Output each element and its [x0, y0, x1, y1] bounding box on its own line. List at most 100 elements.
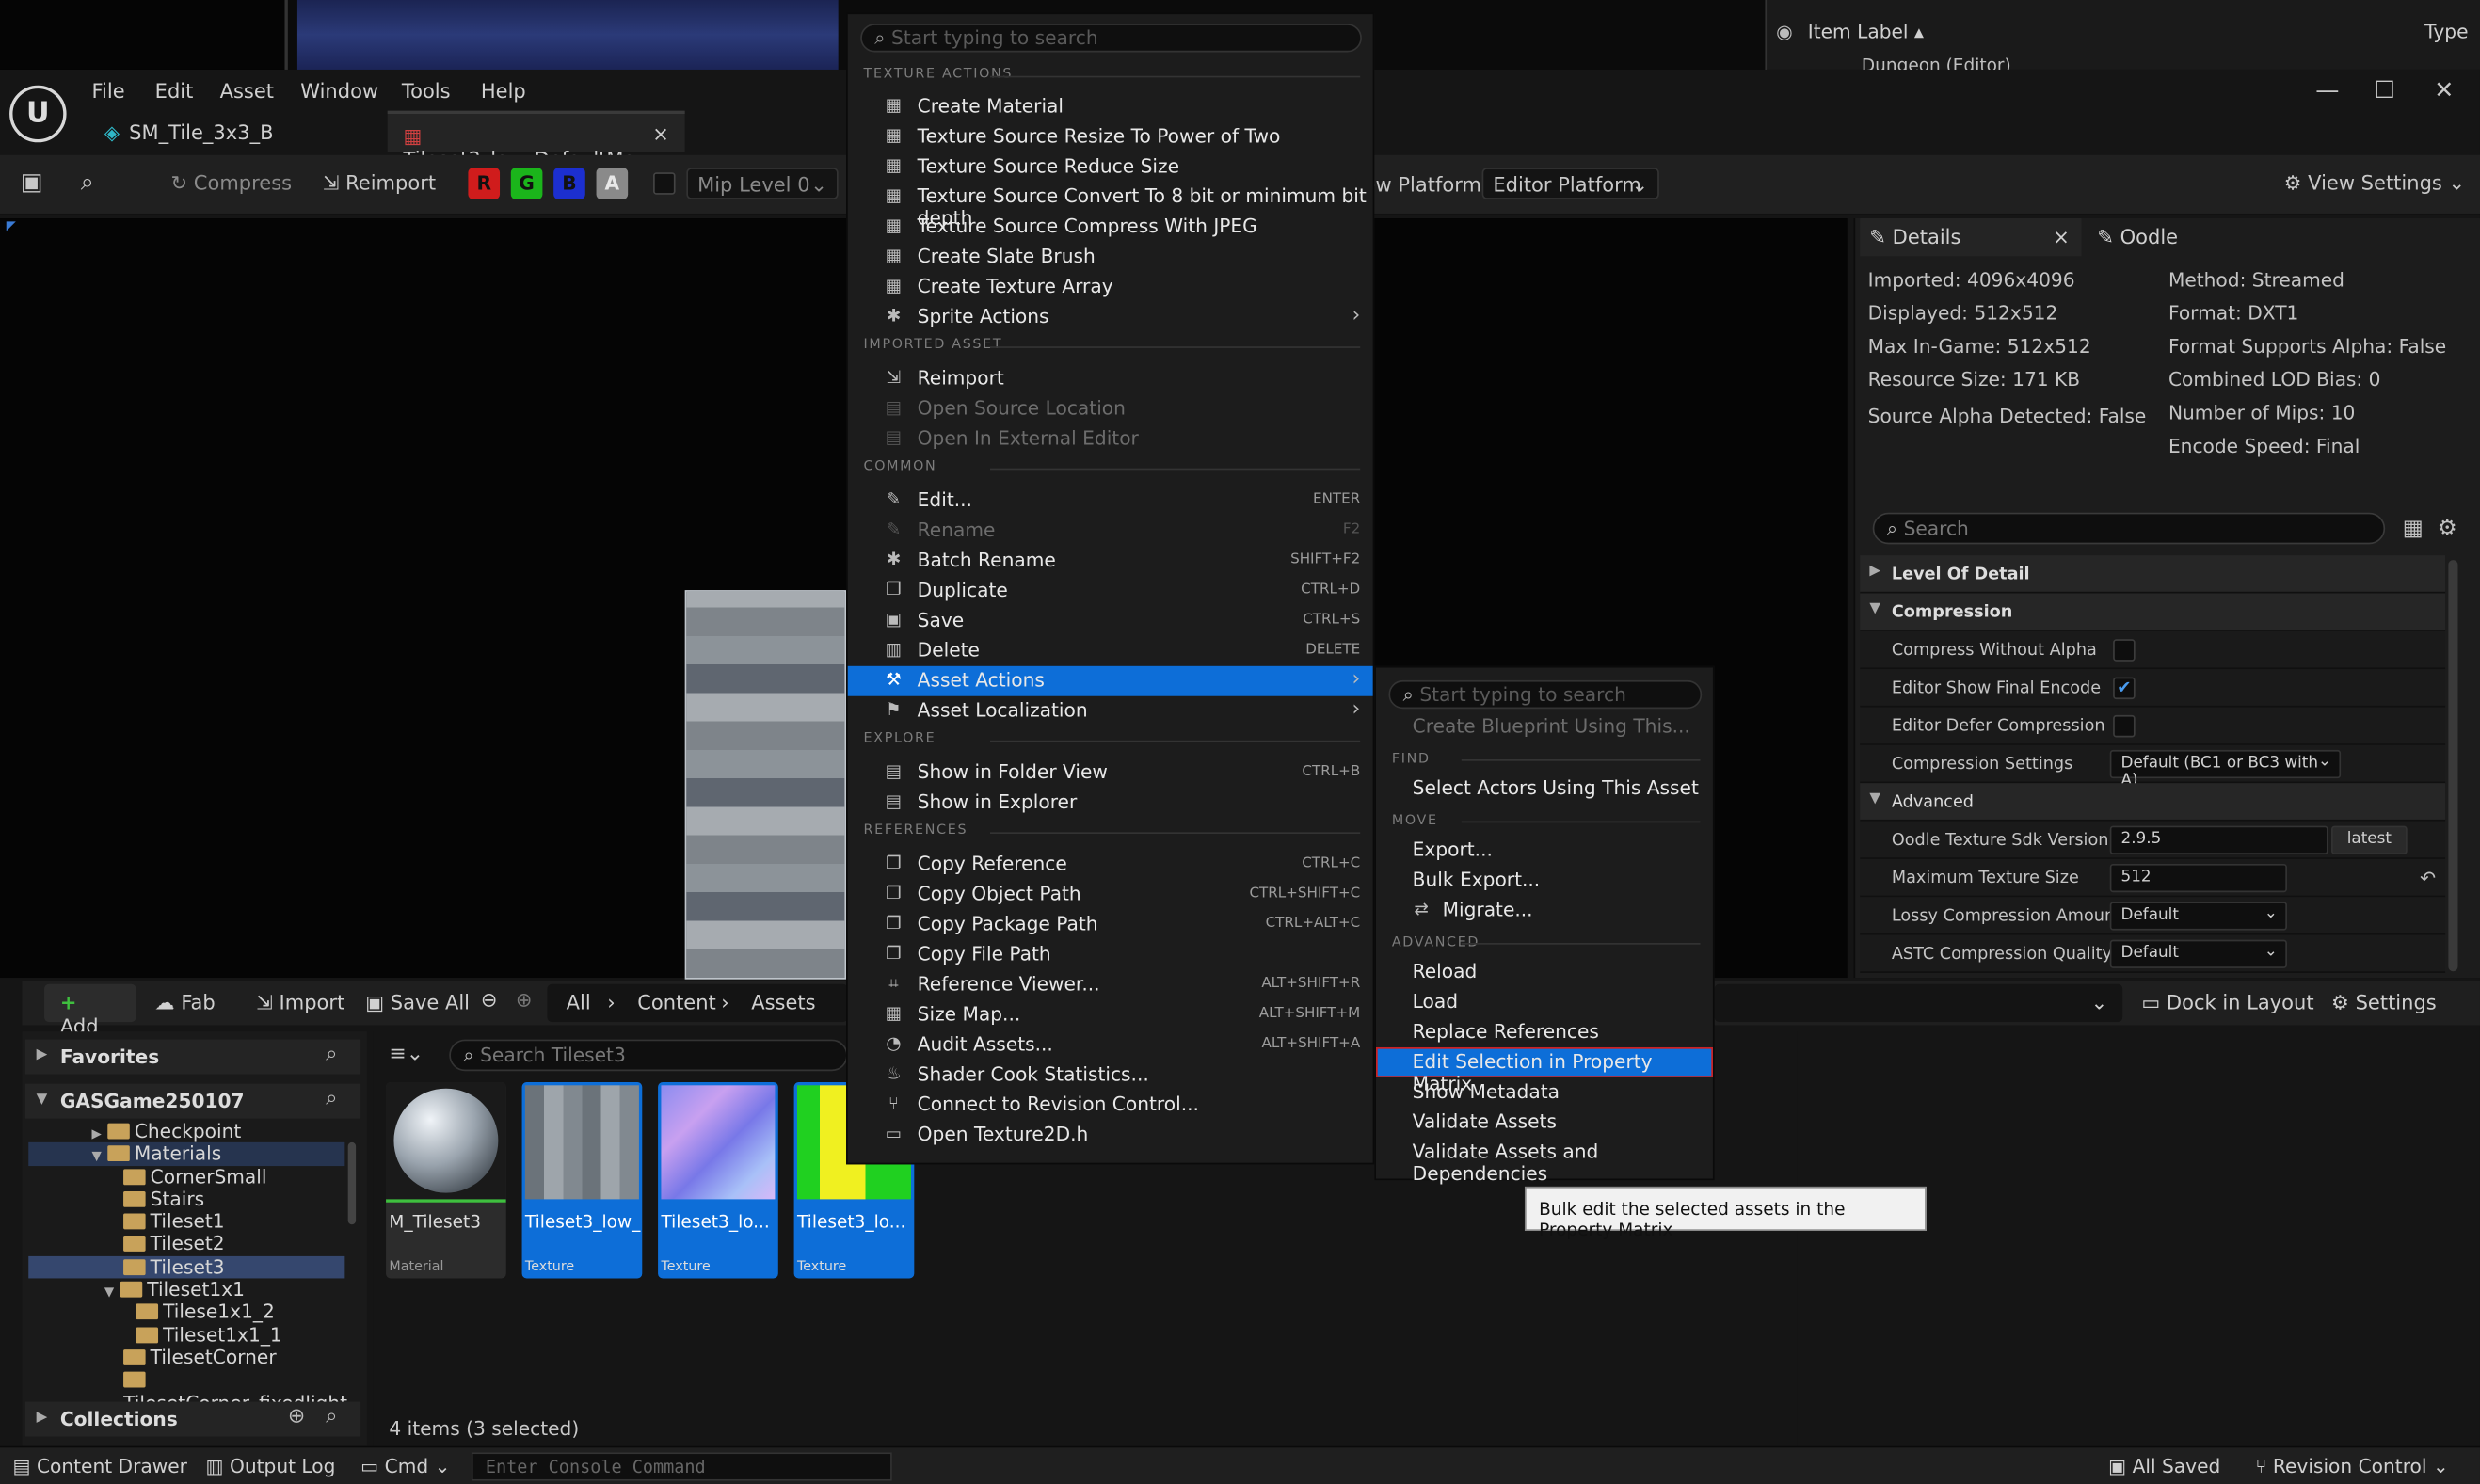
- menu-item-shader-cook-statistics[interactable]: ♨ Shader Cook Statistics...: [848, 1060, 1373, 1090]
- category-advanced[interactable]: ▼ Advanced: [1860, 783, 2446, 822]
- menu-item-open-texture2d-h[interactable]: ▭ Open Texture2D.h: [848, 1120, 1373, 1150]
- menu-item-texture-source-convert-to-8-bit-or-minimum-bit-depth[interactable]: ▦ Texture Source Convert To 8 bit or mini…: [848, 182, 1373, 230]
- forward-icon[interactable]: ⊕: [516, 990, 533, 1010]
- search-icon[interactable]: ⌕: [326, 1045, 337, 1065]
- category-compression[interactable]: ▼ Compression: [1860, 593, 2446, 631]
- save-all-button[interactable]: ▣ Save All: [365, 990, 470, 1013]
- menu-item-asset-localization[interactable]: ⚑ Asset Localization ›: [848, 696, 1373, 726]
- menu-item-edit[interactable]: ✎ Edit... ENTER: [848, 486, 1373, 516]
- breadcrumb-all[interactable]: All: [567, 990, 591, 1013]
- oodle-sdk-version-input[interactable]: 2.9.5: [2109, 825, 2328, 854]
- tree-item[interactable]: ▼ Materials: [28, 1142, 345, 1166]
- tree-item[interactable]: ▼ Tileset1x1: [28, 1279, 344, 1301]
- chevron-down-icon[interactable]: ⌄: [2091, 990, 2108, 1013]
- menu-item-reimport[interactable]: ⇲ Reimport: [848, 364, 1373, 394]
- view-settings-button[interactable]: ⚙ View Settings ⌄: [2284, 171, 2466, 195]
- menu-item-batch-rename[interactable]: ✱ Batch Rename SHIFT+F2: [848, 546, 1373, 576]
- outliner-type-header[interactable]: Type: [2424, 21, 2468, 43]
- tree-item[interactable]: TilesetCorner: [28, 1347, 344, 1369]
- content-drawer-button[interactable]: ▤ Content Drawer: [12, 1456, 186, 1478]
- browse-asset-icon[interactable]: ⌕: [81, 170, 94, 195]
- channel-button-a[interactable]: A: [596, 168, 629, 199]
- table-view-icon[interactable]: ▦: [2403, 518, 2424, 540]
- search-icon[interactable]: ⌕: [326, 1407, 337, 1428]
- compress-without-alpha-checkbox[interactable]: [2113, 639, 2136, 662]
- gear-icon[interactable]: ⚙: [2438, 518, 2457, 540]
- tree-item[interactable]: Stairs: [28, 1188, 344, 1210]
- breadcrumb-content[interactable]: Content: [637, 990, 716, 1013]
- tree-item[interactable]: Tilese1x1_2: [28, 1301, 344, 1324]
- tree-item[interactable]: Tileset1x1_1: [28, 1324, 344, 1347]
- menu-item-duplicate[interactable]: ❐ Duplicate CTRL+D: [848, 576, 1373, 606]
- asset-tile[interactable]: M_Tileset3 Material: [386, 1081, 506, 1279]
- compression-settings-dropdown[interactable]: Default (BC1 or BC3 with A) ⌄: [2109, 749, 2342, 790]
- back-icon[interactable]: ⊖: [481, 990, 498, 1010]
- add-button[interactable]: + Add: [44, 983, 136, 1038]
- category-level-of-detail[interactable]: ▶ Level Of Detail: [1860, 555, 2446, 594]
- tree-item[interactable]: CornerSmall: [28, 1165, 344, 1188]
- menu-item-show-in-folder-view[interactable]: ▤ Show in Folder View CTRL+B: [848, 758, 1373, 788]
- astc-quality-dropdown[interactable]: Default ⌄: [2109, 939, 2287, 968]
- submenu-item-select-actors-using-this-asset[interactable]: Select Actors Using This Asset: [1376, 774, 1713, 804]
- menu-edit[interactable]: Edit: [155, 79, 194, 103]
- menu-item-asset-actions[interactable]: ⚒ Asset Actions ›: [847, 665, 1373, 696]
- menu-item-rename[interactable]: ✎ Rename F2: [848, 516, 1373, 546]
- menu-item-save[interactable]: ▣ Save CTRL+S: [848, 606, 1373, 636]
- menu-item-create-slate-brush[interactable]: ▦ Create Slate Brush: [848, 242, 1373, 272]
- max-texture-size-input[interactable]: 512: [2109, 863, 2287, 893]
- details-tab-close[interactable]: ×: [2053, 225, 2070, 248]
- asset-tile-selected[interactable]: Tileset3_lo... Texture: [658, 1081, 778, 1279]
- close-button[interactable]: ✕: [2434, 76, 2454, 104]
- asset-tile-selected[interactable]: Tileset3_low_ Texture: [521, 1081, 643, 1279]
- alpha-checkbox[interactable]: [653, 172, 676, 195]
- project-header[interactable]: ▼ GASGame250107 ⌕: [24, 1083, 361, 1119]
- menu-item-create-texture-array[interactable]: ▦ Create Texture Array: [848, 272, 1373, 302]
- console-input[interactable]: Enter Console Command: [471, 1452, 892, 1481]
- tab-close-button[interactable]: ×: [652, 121, 669, 145]
- tree-item[interactable]: Tileset1: [28, 1210, 344, 1233]
- tree-item[interactable]: Tileset2: [28, 1234, 344, 1256]
- menu-item-sprite-actions[interactable]: ✱ Sprite Actions ›: [848, 302, 1373, 332]
- import-button[interactable]: ⇲ Import: [256, 990, 344, 1013]
- menu-item-reference-viewer[interactable]: ⌗ Reference Viewer... ALT+SHIFT+R: [848, 970, 1373, 1000]
- submenu-item-create-blueprint[interactable]: Create Blueprint Using This...: [1376, 712, 1713, 742]
- tab-details[interactable]: ✎ Details ×: [1860, 218, 2082, 257]
- menu-item-copy-reference[interactable]: ❐ Copy Reference CTRL+C: [848, 850, 1373, 880]
- tree-item-selected[interactable]: Tileset3: [28, 1255, 345, 1279]
- menu-item-size-map[interactable]: ▦ Size Map... ALT+SHIFT+M: [848, 1000, 1373, 1030]
- menu-item-texture-source-compress-with-jpeg[interactable]: ▦ Texture Source Compress With JPEG: [848, 212, 1373, 242]
- unreal-logo[interactable]: U: [9, 85, 67, 143]
- menu-item-connect-to-revision-control[interactable]: ⑂ Connect to Revision Control...: [848, 1090, 1373, 1120]
- reset-to-default-icon[interactable]: ↶: [2420, 869, 2436, 887]
- output-log-button[interactable]: ▥ Output Log: [205, 1456, 335, 1478]
- channel-button-r[interactable]: R: [468, 168, 501, 199]
- channel-button-b[interactable]: B: [553, 168, 585, 199]
- tab-texture[interactable]: ▦Tileset3_low_DefaultMa... ×: [387, 110, 685, 171]
- submenu-item-show-metadata[interactable]: Show Metadata: [1376, 1077, 1713, 1108]
- menu-tools[interactable]: Tools: [402, 79, 451, 103]
- menu-item-delete[interactable]: ▥ Delete DELETE: [848, 636, 1373, 666]
- tree-scrollbar[interactable]: [347, 1141, 357, 1225]
- save-icon[interactable]: ▣: [21, 170, 43, 195]
- mip-level-dropdown[interactable]: Mip Level 0 ⌄: [686, 168, 839, 199]
- defer-compression-checkbox[interactable]: [2113, 714, 2136, 738]
- fab-button[interactable]: ☁ Fab: [155, 990, 216, 1013]
- dock-in-layout-button[interactable]: ▭ Dock in Layout: [2141, 990, 2313, 1013]
- add-collection-icon[interactable]: ⊕: [288, 1407, 305, 1428]
- submenu-item-reload[interactable]: Reload: [1376, 957, 1713, 987]
- menu-item-audit-assets[interactable]: ◔ Audit Assets... ALT+SHIFT+A: [848, 1029, 1373, 1060]
- submenu-item-migrate[interactable]: ⇄ Migrate...: [1376, 896, 1713, 926]
- oodle-latest-button[interactable]: latest: [2331, 825, 2408, 854]
- search-icon[interactable]: ⌕: [326, 1089, 337, 1109]
- breadcrumb-assets[interactable]: Assets: [751, 990, 815, 1013]
- settings-button[interactable]: ⚙ Settings: [2331, 990, 2437, 1013]
- menu-item-texture-source-reduce-size[interactable]: ▦ Texture Source Reduce Size: [848, 152, 1373, 182]
- menu-item-copy-file-path[interactable]: ❐ Copy File Path: [848, 940, 1373, 970]
- submenu-item-edit-selection-in-property-matrix[interactable]: Edit Selection in Property Matrix: [1376, 1046, 1713, 1094]
- submenu-item-bulk-export[interactable]: Bulk Export...: [1376, 866, 1713, 896]
- menu-file[interactable]: File: [91, 79, 124, 103]
- lossy-compression-dropdown[interactable]: Default ⌄: [2109, 902, 2287, 931]
- all-saved-button[interactable]: ▣ All Saved: [2108, 1456, 2220, 1478]
- compress-button[interactable]: ↻ Compress: [170, 171, 292, 195]
- channel-button-g[interactable]: G: [510, 168, 543, 199]
